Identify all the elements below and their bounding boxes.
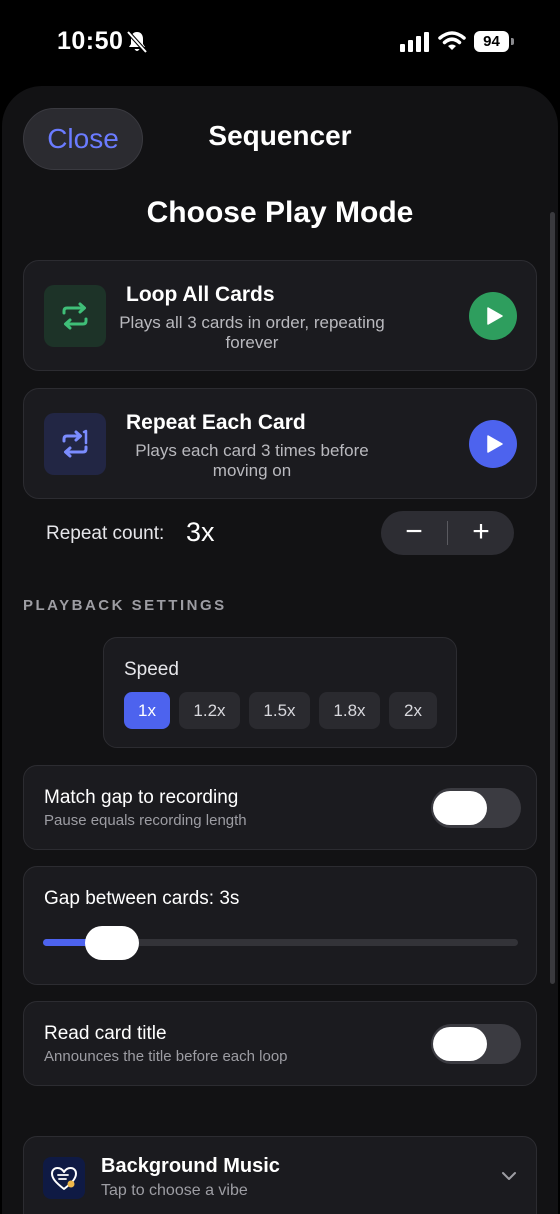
read-title-title: Read card title [44,1023,167,1044]
status-time: 10:50 [57,27,124,55]
speed-label: Speed [124,659,179,680]
scrollbar[interactable] [550,212,555,984]
gap-card: Gap between cards: 3s [23,866,537,985]
status-bar: 10:50 94 [0,0,560,86]
sheet-title: Sequencer [208,120,352,151]
decrement-button[interactable]: − [381,511,447,555]
speed-option-1-8x[interactable]: 1.8x [319,692,380,729]
background-music-card[interactable]: Background Music Tap to choose a vibe [23,1136,537,1214]
play-icon [487,307,503,325]
repeat-count-value: 3x [186,517,215,547]
wifi-icon [438,31,466,50]
speed-option-1-5x[interactable]: 1.5x [249,692,310,729]
background-music-title: Background Music [101,1155,280,1177]
play-loop-all-button[interactable] [469,292,517,340]
gap-slider-thumb[interactable] [85,926,140,960]
repeat-icon [44,413,106,475]
speed-option-1-2x[interactable]: 1.2x [179,692,240,729]
mode-card-loop-all[interactable]: Loop All Cards Plays all 3 cards in orde… [23,260,537,371]
playback-settings-label: PLAYBACK SETTINGS [23,597,227,614]
bell-slash-icon [126,30,148,54]
speed-option-2x[interactable]: 2x [389,692,437,729]
read-title-card: Read card title Announces the title befo… [23,1001,537,1086]
battery-indicator: 94 [474,31,514,52]
speed-card: Speed 1x 1.2x 1.5x 1.8x 2x [103,637,457,748]
gap-label: Gap between cards: 3s [44,888,240,909]
repeat-count-label: Repeat count: [46,523,165,544]
repeat-count-stepper: − + [381,511,514,555]
chevron-down-icon [502,1172,516,1180]
read-title-subtitle: Announces the title before each loop [44,1048,288,1065]
match-gap-title: Match gap to recording [44,787,239,808]
read-title-toggle[interactable] [431,1024,521,1064]
background-music-subtitle: Tap to choose a vibe [101,1182,248,1199]
match-gap-card: Match gap to recording Pause equals reco… [23,765,537,850]
mode-card-repeat-each[interactable]: Repeat Each Card Plays each card 3 times… [23,388,537,499]
mode-title: Repeat Each Card [126,411,306,434]
mode-description: Plays all 3 cards in order, repeating fo… [119,313,385,352]
play-repeat-each-button[interactable] [469,420,517,468]
music-heart-icon [43,1157,85,1199]
battery-level: 94 [474,31,509,52]
loop-icon [44,285,106,347]
cellular-signal-icon [400,32,429,52]
match-gap-toggle[interactable] [431,788,521,828]
mode-title: Loop All Cards [126,283,275,306]
match-gap-subtitle: Pause equals recording length [44,812,247,829]
play-mode-heading: Choose Play Mode [146,196,414,229]
mode-description: Plays each card 3 times before moving on [135,441,369,480]
speed-option-1x[interactable]: 1x [124,692,170,729]
increment-button[interactable]: + [448,511,514,555]
play-icon [487,435,503,453]
